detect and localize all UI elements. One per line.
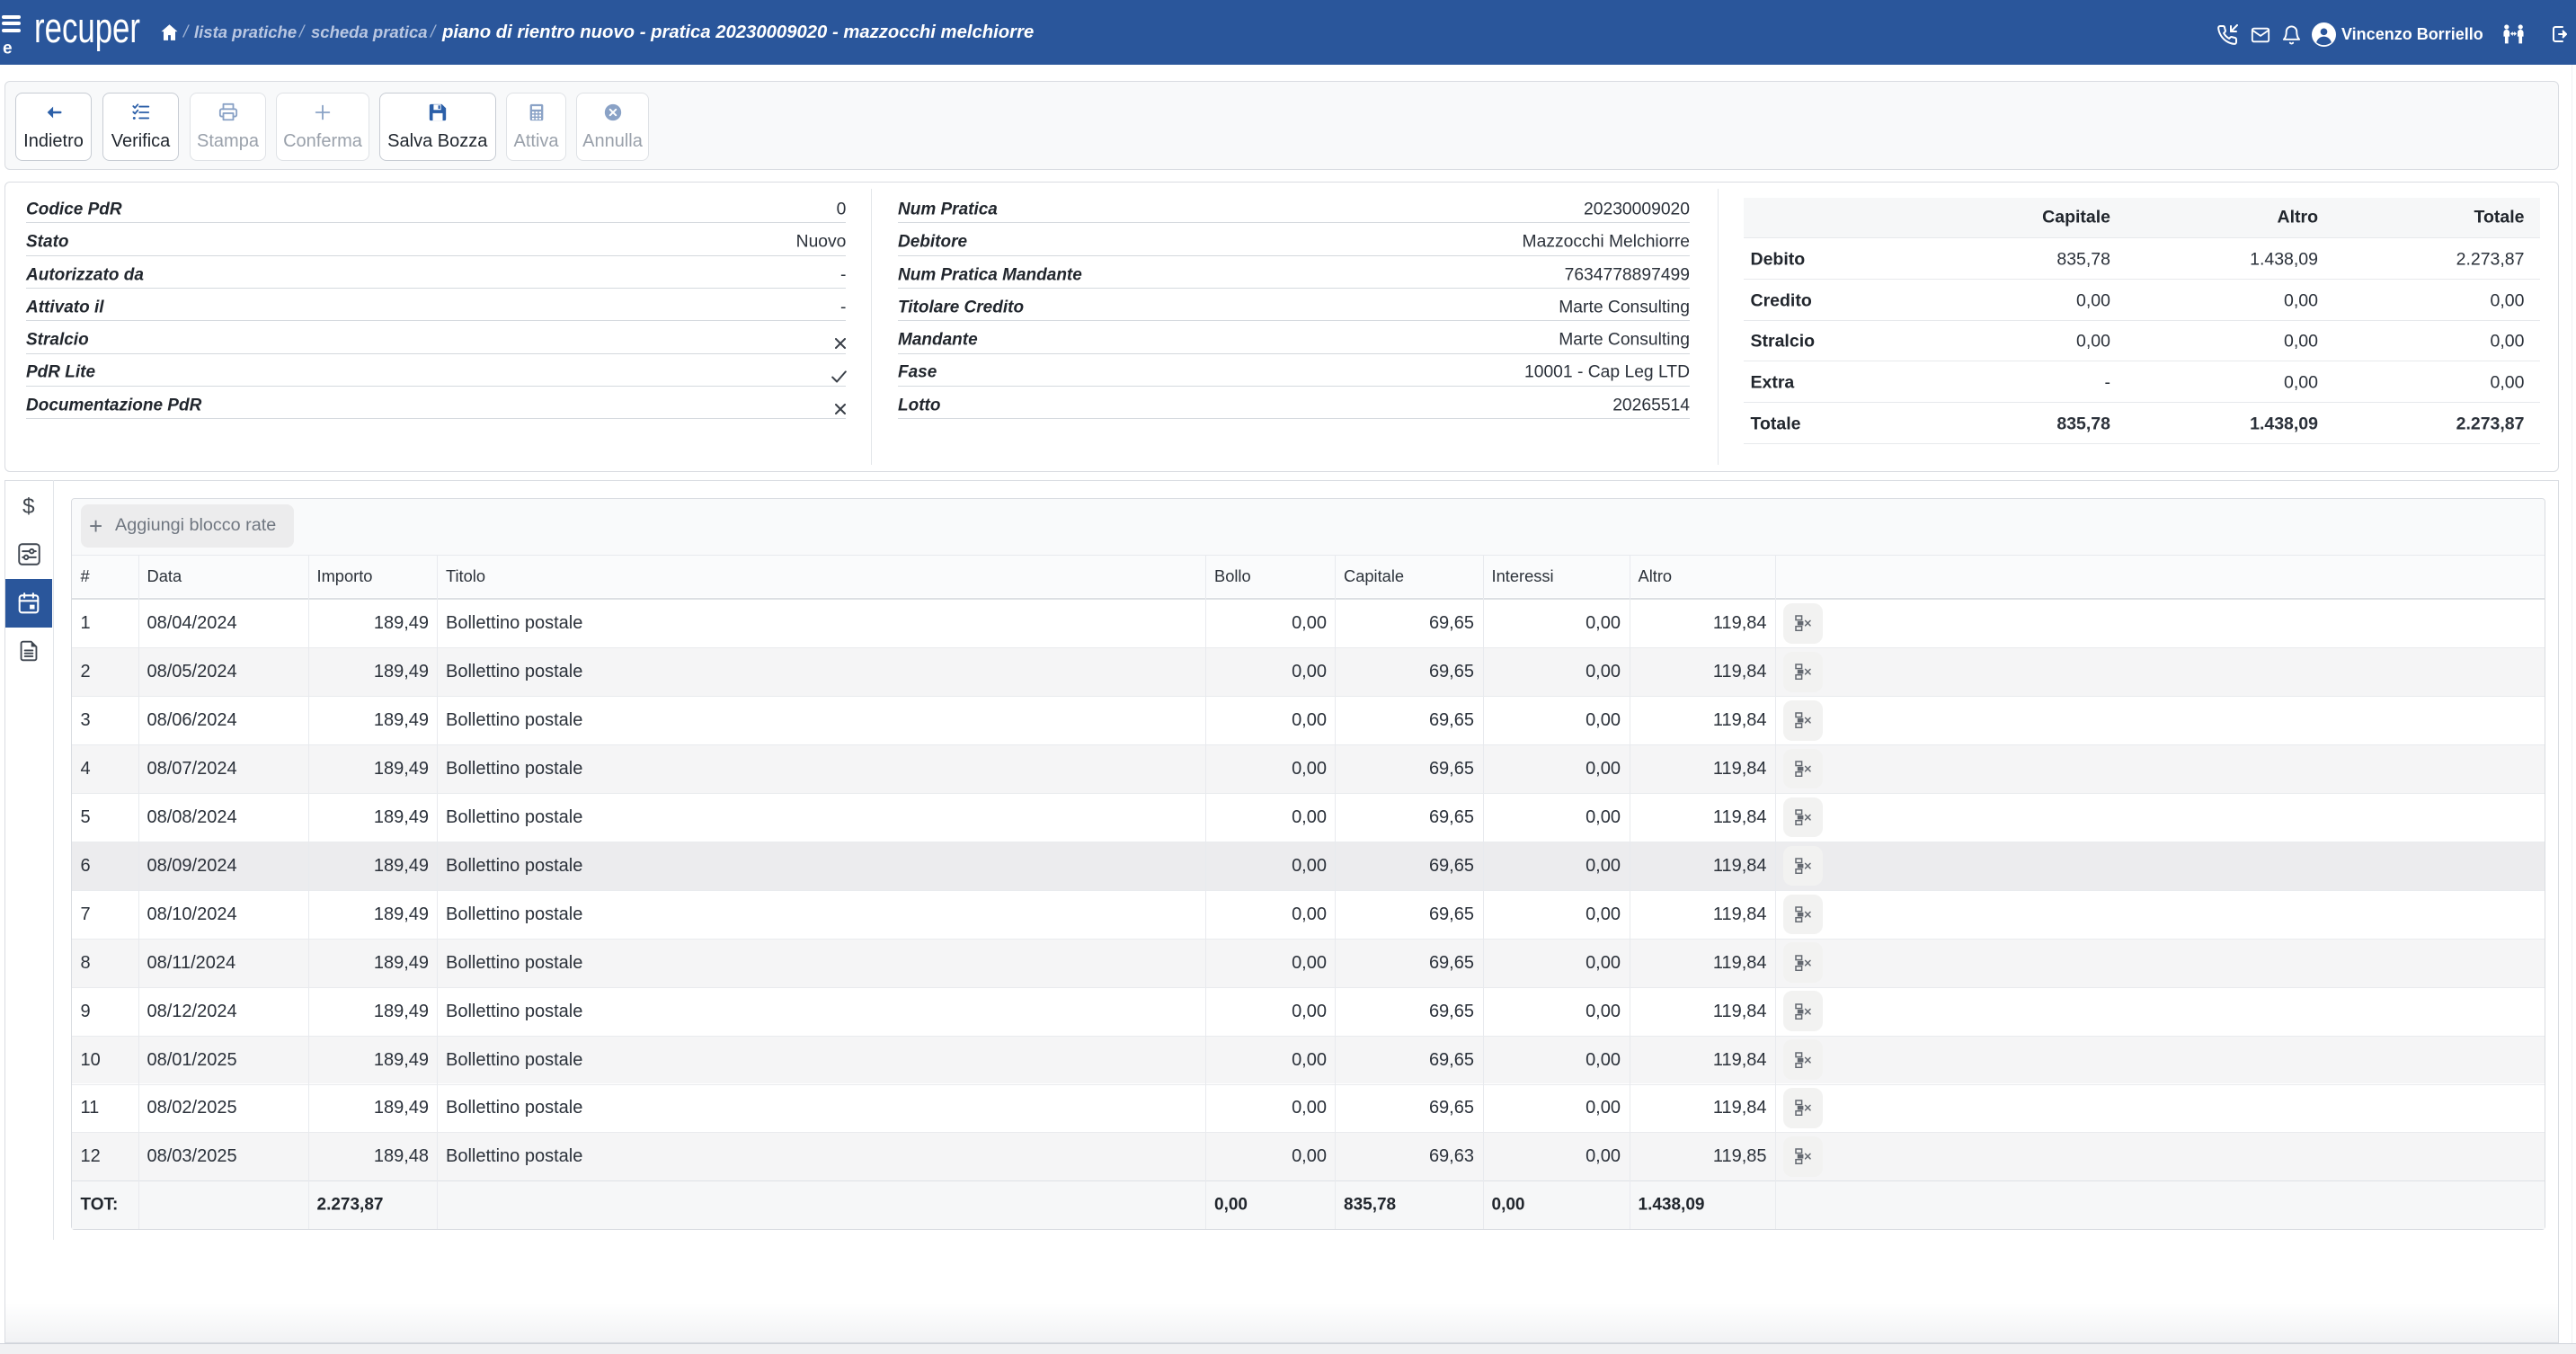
svg-text:recuper: recuper [34, 5, 140, 51]
